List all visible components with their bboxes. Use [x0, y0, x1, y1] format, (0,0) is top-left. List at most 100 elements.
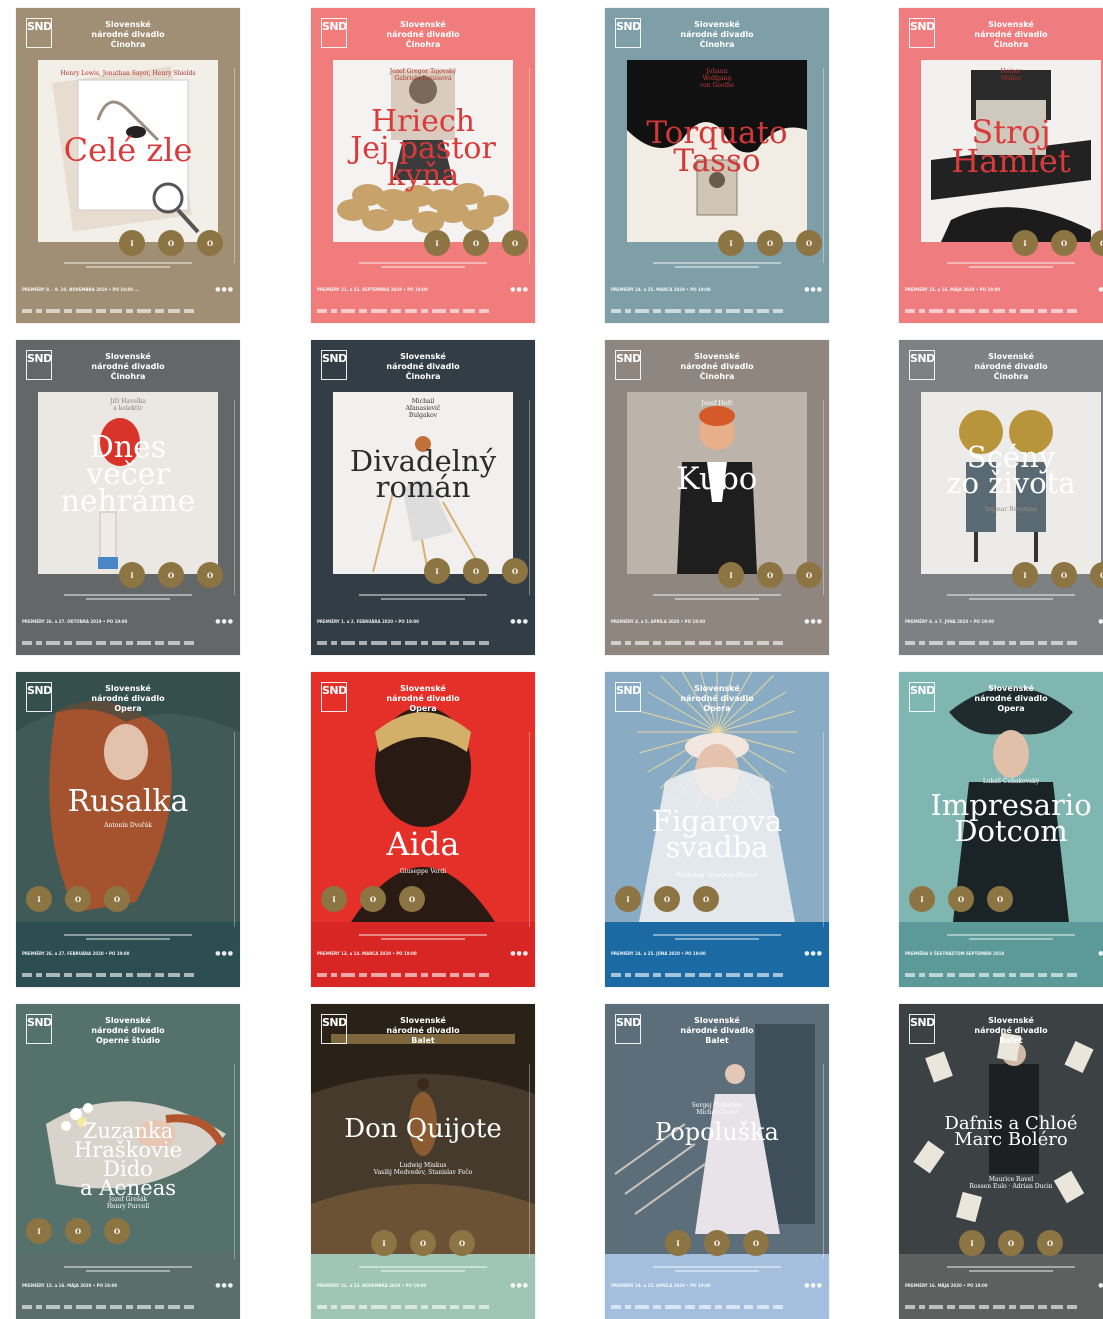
organization-name: Slovenské národné divadlo Činohra: [91, 20, 165, 49]
season-circle: I: [371, 1230, 397, 1256]
premiere-text: PREMIÉRY 16. MÁJA 2020 • PO 19:00: [905, 1283, 988, 1288]
organization-name: Slovenské národné divadlo Opera: [386, 684, 460, 713]
poster-card[interactable]: SND Slovenské národné divadlo Balet Serg…: [605, 1004, 829, 1319]
credits-block: [22, 1266, 234, 1274]
sponsor-logos: [22, 307, 234, 315]
dots-icon: ●●●: [510, 618, 529, 625]
dots-icon: ●●●: [1098, 1282, 1103, 1289]
poster-authors: Giuseppe Verdi: [399, 868, 447, 875]
season-circles: I O O: [718, 562, 822, 588]
premiere-text: PREMIÉRY 26. a 27. OKTÓBRA 2019 • PO 19:…: [22, 619, 128, 624]
sponsor-logos: [905, 639, 1103, 647]
poster-card[interactable]: SND Slovenské národné divadlo Činohra Jo…: [311, 8, 535, 323]
season-circle: O: [65, 886, 91, 912]
season-circle: O: [998, 1230, 1024, 1256]
poster-title: Figarova svadba: [651, 804, 783, 865]
season-circle: I: [718, 230, 744, 256]
premiere-line: PREMIÉRY 24. a 25. JÚNA 2020 • PO 19:00 …: [611, 950, 823, 957]
premiere-line: PREMIÉRY 21. a 22. SEPTEMBRA 2019 • PO 1…: [317, 286, 529, 293]
dots-icon: ●●●: [1098, 618, 1103, 625]
season-circle: I: [1012, 230, 1038, 256]
sponsor-logos: [317, 639, 529, 647]
poster-card[interactable]: SND Slovenské národné divadlo Balet Ludw…: [311, 1004, 535, 1319]
organization-name: Slovenské národné divadlo Operné štúdio: [91, 1016, 165, 1045]
dots-icon: ●●●: [510, 286, 529, 293]
poster-authors: Ludwig Minkus Vasilij Medvedev, Stanisla…: [373, 1162, 473, 1176]
season-circle: I: [424, 558, 450, 584]
poster-authors: Heiner Müller: [1000, 68, 1022, 82]
poster-card[interactable]: SND Slovenské národné divadlo Opera Gius…: [311, 672, 535, 987]
poster-card[interactable]: SND Slovenské národné divadlo Činohra Mi…: [311, 340, 535, 655]
season-circle: I: [26, 1218, 52, 1244]
season-circle: O: [158, 562, 184, 588]
season-circles: I O O: [424, 230, 528, 256]
poster-card[interactable]: SND Slovenské národné divadlo Opera Wolf…: [605, 672, 829, 987]
poster-title: Impresario Dotcom: [930, 788, 1092, 849]
poster-authors: Henry Lewis, Jonathan Sayer, Henry Shiel…: [60, 70, 196, 77]
poster-card[interactable]: SND Slovenské národné divadlo Opera Anto…: [16, 672, 240, 987]
organization-name: Slovenské národné divadlo Opera: [680, 684, 754, 713]
poster-card[interactable]: SND Slovenské národné divadlo Činohra Ji…: [16, 340, 240, 655]
poster-card[interactable]: SND Slovenské národné divadlo Operné štú…: [16, 1004, 240, 1319]
season-circle: O: [104, 886, 130, 912]
poster-card[interactable]: SND Slovenské národné divadlo Balet Maur…: [899, 1004, 1103, 1319]
season-circles: I O O: [615, 886, 719, 912]
season-circle: I: [424, 230, 450, 256]
poster-title: Stroj Hamlet: [951, 113, 1071, 180]
season-circle: O: [463, 230, 489, 256]
premiere-line: PREMIÉRY 26. a 27. FEBRUÁRA 2020 • PO 19…: [22, 950, 234, 957]
sponsor-logos: [611, 971, 823, 979]
premiere-text: PREMIÉRY 24. a 25. APRÍLA 2020 • PO 19:0…: [611, 1283, 711, 1288]
season-circle: O: [104, 1218, 130, 1244]
premiere-line: PREMIÉRY 24. a 25. APRÍLA 2020 • PO 19:0…: [611, 1282, 823, 1289]
organization-name: Slovenské národné divadlo Činohra: [680, 20, 754, 49]
premiere-line: PREMIÉRY 26. a 27. OKTÓBRA 2019 • PO 19:…: [22, 618, 234, 625]
credits-block: [22, 262, 234, 270]
organization-name: Slovenské národné divadlo Balet: [974, 1016, 1048, 1045]
poster-title: Celé zle: [63, 131, 193, 169]
poster-authors: Wolfgang Amadeus Mozart: [675, 872, 759, 879]
season-circle: O: [654, 886, 680, 912]
sponsor-logos: [905, 307, 1103, 315]
poster-card[interactable]: SND Slovenské národné divadlo Činohra He…: [16, 8, 240, 323]
organization-name: Slovenské národné divadlo Činohra: [91, 352, 165, 381]
poster-card[interactable]: SND Slovenské národné divadlo Činohra In…: [899, 340, 1103, 655]
poster-card[interactable]: SND Slovenské národné divadlo Činohra Jo…: [605, 340, 829, 655]
premiere-line: PREMIÉRY 4. a 5. APRÍLA 2020 • PO 19:00 …: [611, 618, 823, 625]
dots-icon: ●●●: [215, 1282, 234, 1289]
season-circle: O: [360, 886, 386, 912]
organization-name: Slovenské národné divadlo Činohra: [386, 352, 460, 381]
premiere-text: PREMIÉRY 21. a 22. SEPTEMBRA 2019 • PO 1…: [317, 287, 428, 292]
poster-title: Don Quijote: [344, 1114, 502, 1144]
organization-name: Slovenské národné divadlo Balet: [680, 1016, 754, 1045]
poster-title: Zuzanka Hraškovie Dido a Aeneas: [73, 1119, 183, 1200]
poster-title: Torquato Tasso: [646, 115, 788, 179]
organization-name: Slovenské národné divadlo Balet: [386, 1016, 460, 1045]
poster-title: Divadelný román: [349, 444, 497, 505]
season-circles: I O O: [26, 1218, 130, 1244]
poster-card[interactable]: SND Slovenské národné divadlo Činohra Jo…: [605, 8, 829, 323]
premiere-line: PREMIÉRY 22. a 23. NOVEMBRA 2019 • PO 19…: [317, 1282, 529, 1289]
divider: [823, 400, 824, 595]
credits-block: [611, 934, 823, 942]
credits-block: [905, 934, 1103, 942]
dots-icon: ●●●: [215, 618, 234, 625]
poster-authors: Antonín Dvořák: [104, 822, 152, 829]
dots-icon: ●●●: [804, 618, 823, 625]
season-circle: I: [321, 886, 347, 912]
premiere-text: PREMIÉRY 15. a 16. MÁJA 2020 • PO 19:00: [22, 1283, 118, 1288]
poster-authors: Jozef Gregor Tajovský Gabriela Preissová: [389, 68, 457, 82]
season-circle: O: [757, 230, 783, 256]
poster-authors: Jiří Havelka a kolektív: [110, 398, 146, 412]
poster-card[interactable]: SND Slovenské národné divadlo Činohra He…: [899, 8, 1103, 323]
credits-block: [905, 594, 1103, 602]
poster-title: Hriech Jej pastor kyňa: [350, 104, 496, 193]
premiere-text: PREMIÉRY 6. a 7. JÚNA 2020 • PO 19:00: [905, 619, 995, 624]
poster-authors: Michail Afanasievič Bulgakov: [405, 398, 441, 419]
premiere-line: PREMIÉRY 15. a 16. MÁJA 2020 • PO 19:00 …: [905, 286, 1103, 293]
dots-icon: ●●●: [804, 1282, 823, 1289]
credits-block: [317, 594, 529, 602]
poster-card[interactable]: SND Slovenské národné divadlo Opera Luká…: [899, 672, 1103, 987]
season-circles: I O O: [321, 886, 425, 912]
premiere-line: PREMIÉRY 24. a 25. MARCA 2020 • PO 19:00…: [611, 286, 823, 293]
